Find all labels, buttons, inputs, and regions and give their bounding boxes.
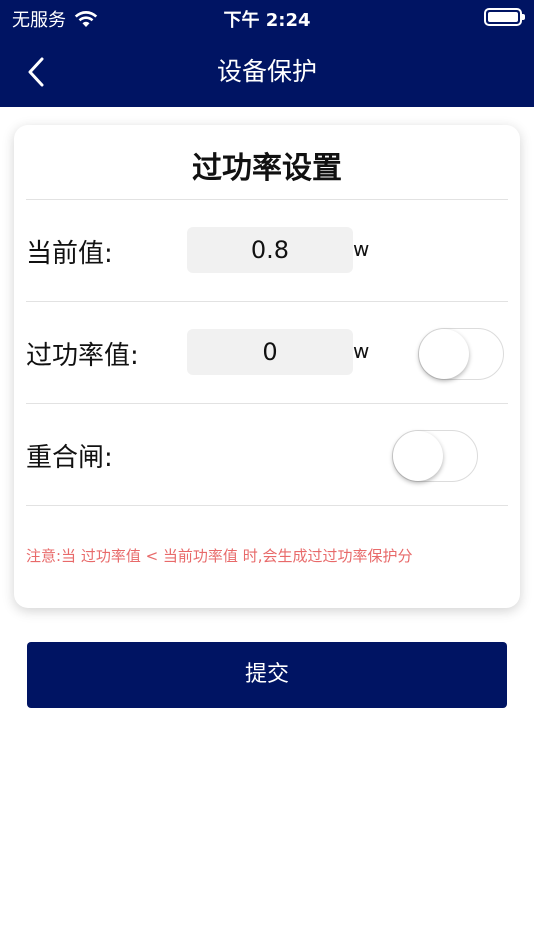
toggle-knob	[393, 431, 443, 481]
divider	[26, 403, 508, 404]
divider	[26, 199, 508, 200]
page-title: 设备保护	[216, 57, 317, 86]
reclose-toggle[interactable]	[392, 430, 478, 482]
overpower-settings-card: 过功率设置 当前值: 0.8 w 过功率值: 0 w 重合闸: 注意:当 过功率…	[14, 125, 520, 608]
card-title: 过功率设置	[192, 151, 342, 186]
status-time: 下午 2:24	[223, 10, 311, 31]
current-value-unit: w	[353, 237, 370, 261]
current-value-label: 当前值:	[26, 239, 113, 269]
overpower-toggle[interactable]	[418, 328, 504, 380]
battery-icon	[484, 8, 525, 26]
status-bar: 无服务 下午 2:24	[0, 0, 534, 36]
warning-note: 注意:当 过功率值 < 当前功率值 时,会生成过过功率保护分	[26, 547, 413, 565]
toggle-knob	[419, 329, 469, 379]
submit-button[interactable]: 提交	[27, 642, 507, 708]
reclose-label: 重合闸:	[26, 443, 113, 473]
current-value-field[interactable]: 0.8	[187, 227, 353, 273]
app-header: 无服务 下午 2:24 设备保护	[0, 0, 534, 107]
battery-level	[488, 12, 518, 22]
overpower-value-unit: w	[353, 339, 370, 363]
divider	[26, 301, 508, 302]
overpower-value-input[interactable]: 0	[187, 329, 353, 375]
divider	[26, 505, 508, 506]
overpower-value-label: 过功率值:	[26, 341, 139, 371]
